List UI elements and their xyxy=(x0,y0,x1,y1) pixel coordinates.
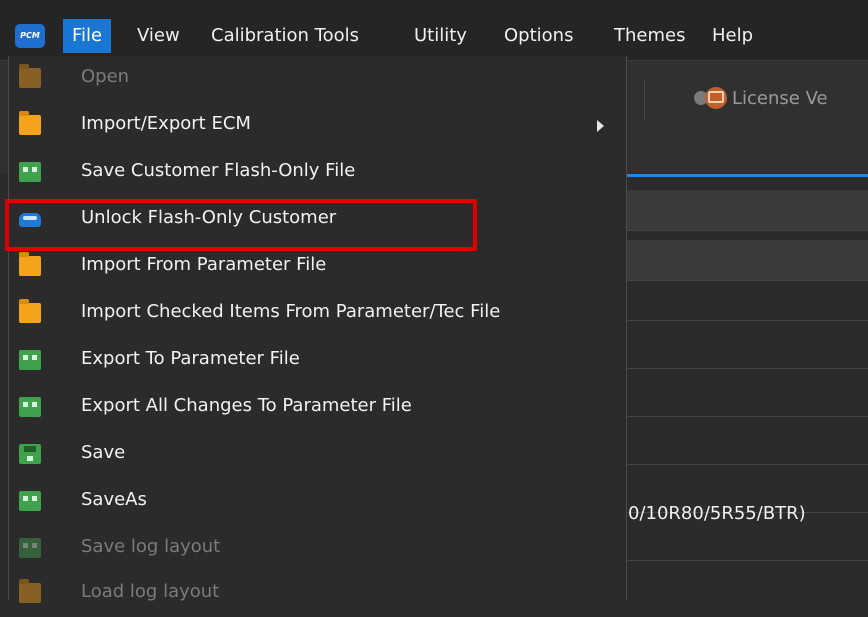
folder-icon xyxy=(19,64,41,88)
menu-item-label: SaveAs xyxy=(81,489,147,510)
menu-item-load-log-layout[interactable]: Load log layout xyxy=(9,571,626,617)
menu-item-label: Unlock Flash-Only Customer xyxy=(81,207,337,228)
package-icon xyxy=(19,538,41,558)
folder-icon xyxy=(19,111,41,135)
menu-bar: PCM File View Calibration Tools Utility … xyxy=(0,0,868,61)
folder-icon xyxy=(19,579,41,603)
menu-item-export-to-parameter-file[interactable]: Export To Parameter File xyxy=(9,338,626,384)
license-icon[interactable] xyxy=(692,84,728,112)
menu-item-export-all-changes[interactable]: Export All Changes To Parameter File xyxy=(9,385,626,431)
menu-item-label: Save log layout xyxy=(81,536,221,557)
content-row xyxy=(625,368,868,417)
toolbar-separator xyxy=(644,80,645,120)
menu-item-label: Save xyxy=(81,442,126,463)
package-icon xyxy=(19,162,41,182)
menu-item-save-customer-flash-only-file[interactable]: Save Customer Flash-Only File xyxy=(9,150,626,196)
content-row xyxy=(625,416,868,465)
file-menu-dropdown: Open Import/Export ECM Save Customer Fla… xyxy=(5,56,627,603)
package-icon xyxy=(19,491,41,511)
menu-item-label: Import From Parameter File xyxy=(81,254,327,275)
menu-item-label: Open xyxy=(81,66,130,87)
license-verify-button[interactable]: License Ve xyxy=(732,88,828,109)
menu-item-label: Export All Changes To Parameter File xyxy=(81,395,412,416)
floppy-icon xyxy=(19,444,41,464)
package-icon xyxy=(19,397,41,417)
menu-item-label: Export To Parameter File xyxy=(81,348,300,369)
folder-icon xyxy=(19,299,41,323)
menu-item-save-as[interactable]: SaveAs xyxy=(9,479,626,525)
menu-item-open[interactable]: Open xyxy=(9,56,626,102)
menu-item-label: Import Checked Items From Parameter/Tec … xyxy=(81,301,501,322)
menu-item-label: Import/Export ECM xyxy=(81,113,251,134)
app-logo-icon[interactable]: PCM xyxy=(15,24,45,48)
content-row xyxy=(625,280,868,321)
car-icon xyxy=(19,213,41,227)
content-row xyxy=(625,240,868,281)
menu-item-import-from-parameter-file[interactable]: Import From Parameter File xyxy=(9,244,626,290)
menu-calibration-tools[interactable]: Calibration Tools xyxy=(211,19,359,53)
menu-themes[interactable]: Themes xyxy=(614,19,685,53)
menu-help[interactable]: Help xyxy=(712,19,753,53)
menu-item-save[interactable]: Save xyxy=(9,432,626,478)
vehicle-description-text: 0/10R80/5R55/BTR) xyxy=(628,503,806,524)
submenu-arrow-icon xyxy=(597,120,604,132)
content-row xyxy=(625,190,868,231)
tab-underline xyxy=(625,174,868,177)
menu-options[interactable]: Options xyxy=(504,19,573,53)
menu-utility[interactable]: Utility xyxy=(414,19,467,53)
package-icon xyxy=(19,350,41,370)
menu-item-import-checked-items[interactable]: Import Checked Items From Parameter/Tec … xyxy=(9,291,626,337)
menu-item-import-export-ecm[interactable]: Import/Export ECM xyxy=(9,103,626,149)
menu-item-save-log-layout[interactable]: Save log layout xyxy=(9,526,626,572)
content-row xyxy=(625,320,868,369)
menu-item-label: Load log layout xyxy=(81,581,220,602)
menu-item-label: Save Customer Flash-Only File xyxy=(81,160,356,181)
folder-icon xyxy=(19,252,41,276)
menu-view[interactable]: View xyxy=(137,19,180,53)
menu-file[interactable]: File xyxy=(63,19,112,53)
menu-item-unlock-flash-only-customer[interactable]: Unlock Flash-Only Customer xyxy=(9,197,626,243)
